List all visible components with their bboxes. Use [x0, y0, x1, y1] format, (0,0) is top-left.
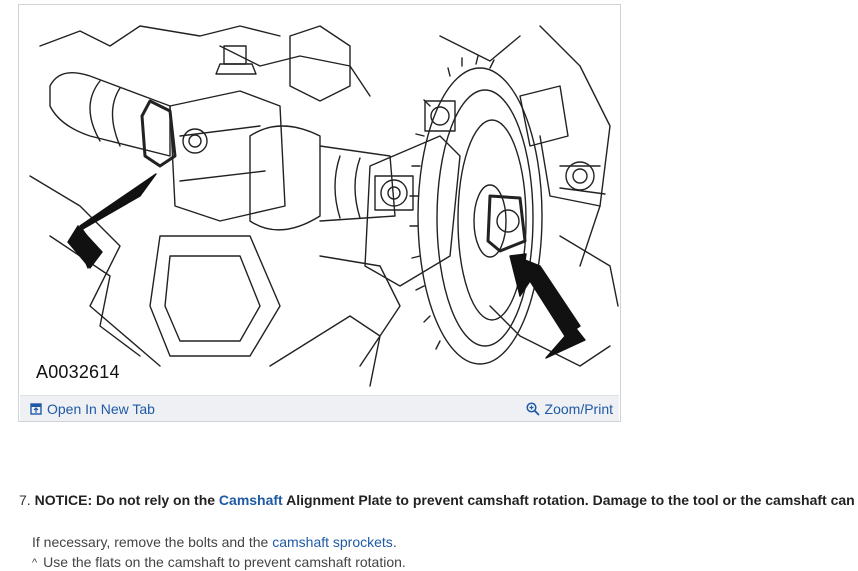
notice-label: NOTICE:: [34, 492, 93, 508]
camshaft-sprockets-link[interactable]: camshaft sprockets: [272, 534, 393, 550]
notice-text-before: Do not rely on the: [92, 492, 219, 508]
figure-illustration[interactable]: A0032614: [20, 6, 619, 394]
sub-bullet-item: ^ Use the flats on the camshaft to preven…: [32, 554, 406, 570]
step-notice: 7. NOTICE: Do not rely on the Camshaft A…: [19, 492, 858, 508]
zoom-print-label: Zoom/Print: [544, 401, 613, 417]
notice-text-after: Alignment Plate to prevent camshaft rota…: [282, 492, 858, 508]
zoom-magnifier-icon: [525, 402, 540, 416]
figure-frame: A0032614 Open In New Tab Zoom/Print: [18, 4, 621, 422]
zoom-print-link[interactable]: Zoom/Print: [525, 401, 613, 417]
instruction-text: If necessary, remove the bolts and the c…: [32, 534, 397, 550]
open-in-new-tab-label: Open In New Tab: [47, 401, 155, 417]
step-number: 7.: [19, 492, 31, 508]
figure-toolbar: Open In New Tab Zoom/Print: [20, 395, 619, 421]
sub-bullet-marker: ^: [32, 557, 38, 569]
open-in-new-tab-icon: [30, 403, 42, 415]
camshaft-link[interactable]: Camshaft: [219, 492, 283, 508]
instruction-text-after: .: [392, 534, 397, 550]
figure-id-label: A0032614: [34, 362, 122, 383]
camshaft-line-drawing: [20, 6, 619, 394]
sub-bullet-text: Use the flats on the camshaft to prevent…: [43, 554, 406, 570]
open-in-new-tab-link[interactable]: Open In New Tab: [30, 401, 155, 417]
instruction-text-before: If necessary, remove the bolts and the: [32, 534, 273, 550]
